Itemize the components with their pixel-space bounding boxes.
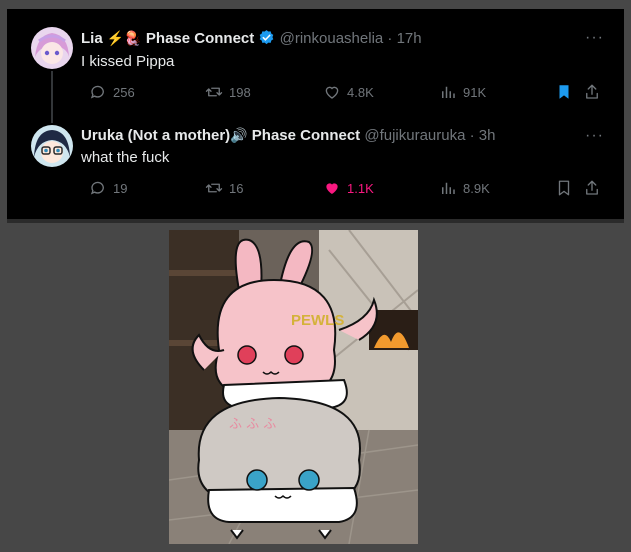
reply-button[interactable]: 19 (89, 179, 127, 197)
handle[interactable]: @fujikurauruka (364, 127, 465, 144)
speaker-emoji: 🔊 (230, 127, 248, 143)
views-icon (442, 182, 455, 194)
separator: · (387, 30, 393, 47)
share-button[interactable] (583, 83, 601, 101)
retweet-count: 198 (229, 84, 251, 100)
chibi-drawing: PEWLS ふ ふ ふ (169, 230, 418, 544)
bookmark-icon (559, 85, 569, 99)
like-button[interactable]: 1.1K (323, 179, 374, 197)
org-name: Phase Connect (251, 127, 361, 144)
org-name: Phase Connect (145, 30, 255, 47)
timestamp[interactable]: 3h (479, 127, 496, 144)
bookmark-icon (558, 180, 570, 196)
like-icon (326, 183, 338, 194)
retweet-button[interactable]: 16 (205, 179, 243, 197)
retweet-icon (205, 183, 223, 193)
tweet-uruka[interactable]: Uruka (Not a mother)🔊 Phase Connect @fuj… (7, 109, 624, 219)
tweet-header: Lia ⚡🪼 Phase Connect @rinkouashelia · 17… (81, 29, 422, 50)
handle[interactable]: @rinkouashelia (280, 30, 384, 47)
bookmark-button[interactable] (555, 83, 573, 101)
like-count: 1.1K (347, 180, 374, 196)
retweet-button[interactable]: 198 (205, 83, 251, 101)
more-icon[interactable]: ··· (585, 29, 604, 47)
hair-text: ふ ふ ふ (229, 417, 276, 432)
avatar-lia[interactable] (31, 27, 73, 69)
tweet-text: what the fuck (81, 149, 170, 166)
divider (7, 219, 624, 223)
views-count: 8.9K (463, 180, 490, 196)
display-name[interactable]: Uruka (Not a mother) (81, 127, 230, 144)
retweet-icon (205, 87, 223, 97)
views-count: 91K (463, 84, 487, 100)
reply-count: 256 (113, 84, 135, 100)
views-button[interactable]: 8.9K (439, 179, 490, 197)
tweet-card: Lia ⚡🪼 Phase Connect @rinkouashelia · 17… (7, 9, 624, 219)
like-icon (325, 86, 339, 99)
display-name[interactable]: Lia (81, 30, 103, 47)
reply-button[interactable]: 256 (89, 83, 135, 101)
tweet-header: Uruka (Not a mother)🔊 Phase Connect @fuj… (81, 127, 495, 144)
reply-icon (90, 85, 104, 99)
share-icon (586, 84, 598, 99)
views-icon (442, 86, 455, 98)
reply-count: 19 (113, 180, 128, 196)
action-bar: 256 198 4.8K 91K (81, 83, 601, 103)
like-count: 4.8K (347, 84, 374, 100)
views-button[interactable]: 91K (439, 83, 486, 101)
timestamp[interactable]: 17h (397, 30, 422, 47)
verified-icon (258, 29, 275, 50)
share-button[interactable] (583, 179, 601, 197)
retweet-count: 16 (229, 180, 244, 196)
avatar-uruka[interactable] (31, 125, 73, 167)
headband-text: PEWLS (291, 312, 344, 329)
lightning-emoji: ⚡ (106, 30, 125, 46)
separator: · (469, 127, 475, 144)
attached-image[interactable]: PEWLS ふ ふ ふ (169, 230, 418, 544)
reply-icon (90, 181, 104, 195)
more-icon[interactable]: ··· (585, 127, 604, 145)
like-button[interactable]: 4.8K (323, 83, 374, 101)
tweet-lia[interactable]: Lia ⚡🪼 Phase Connect @rinkouashelia · 17… (7, 9, 624, 123)
tweet-text: I kissed Pippa (81, 53, 175, 70)
action-bar: 19 16 1.1K 8.9K (81, 179, 601, 199)
share-icon (586, 180, 598, 195)
bookmark-button[interactable] (555, 179, 573, 197)
jellyfish-emoji: 🪼 (124, 30, 142, 46)
